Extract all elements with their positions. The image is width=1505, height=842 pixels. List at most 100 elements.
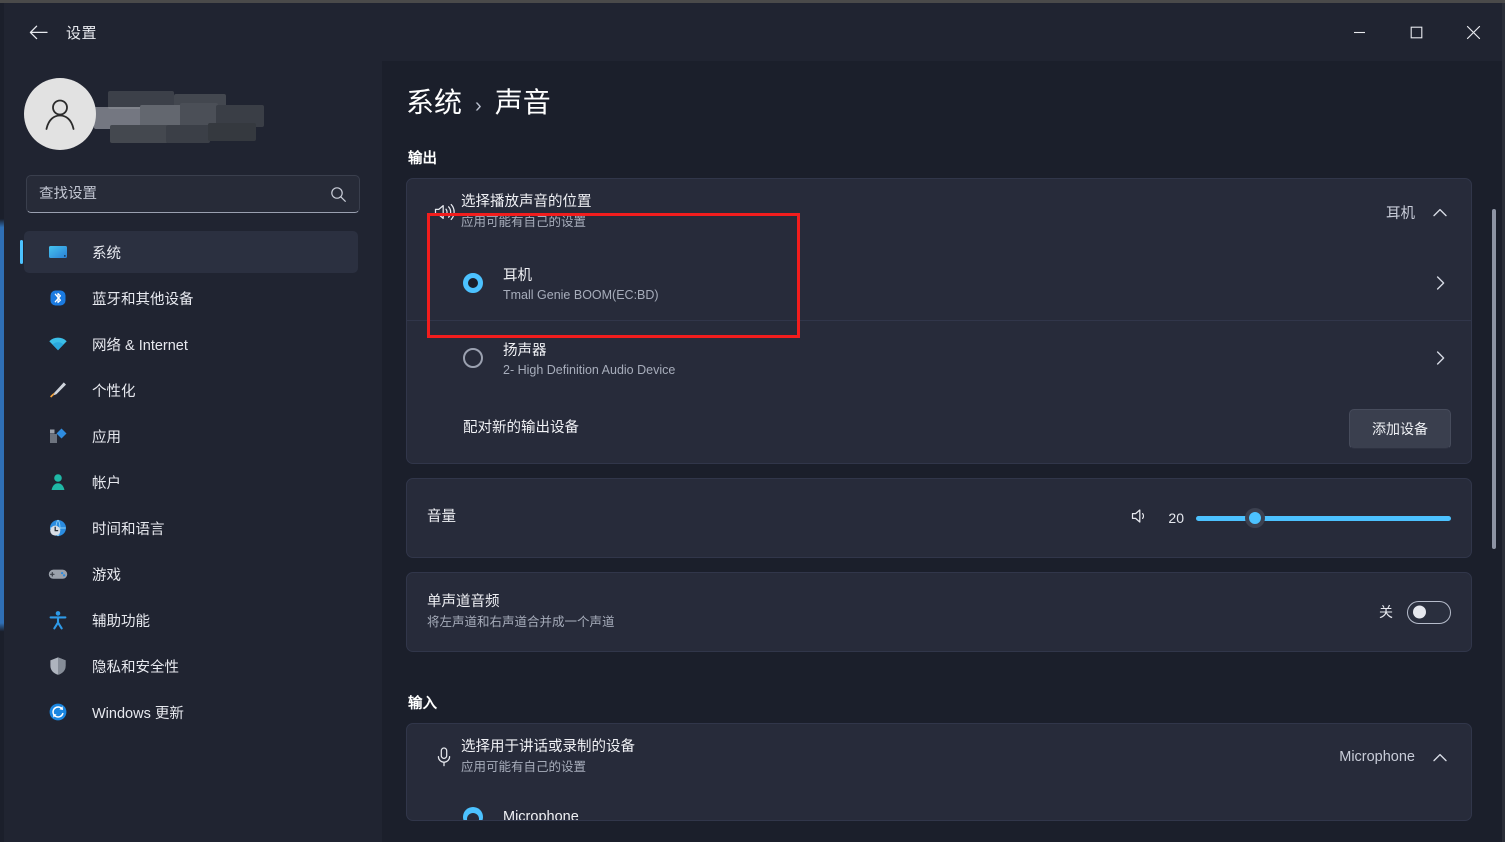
sidebar: 系统 蓝牙和其他设备 网络 & Intern	[4, 61, 382, 842]
mono-audio-card: 单声道音频 将左声道和右声道合并成一个声道 关	[406, 572, 1472, 652]
sidebar-item-label: 隐私和安全性	[92, 659, 179, 676]
minimize-button[interactable]	[1331, 3, 1388, 61]
mono-audio-toggle[interactable]	[1407, 600, 1451, 624]
back-arrow-icon	[29, 25, 48, 39]
pair-new-output-device-row: 配对新的输出设备 添加设备	[407, 395, 1471, 463]
minimize-icon	[1354, 31, 1365, 33]
radio-unselected-icon[interactable]	[463, 348, 483, 368]
close-button[interactable]	[1445, 3, 1502, 61]
chevron-up-icon[interactable]	[1429, 753, 1451, 762]
breadcrumb-separator: ›	[475, 95, 482, 117]
output-chooser-subtitle: 应用可能有自己的设置	[461, 215, 587, 230]
output-section-title: 输出	[408, 151, 437, 167]
page-title: 声音	[494, 87, 551, 118]
sidebar-item-label: 系统	[92, 245, 121, 262]
sidebar-item-label: 网络 & Internet	[92, 337, 188, 354]
sidebar-item-system[interactable]: 系统	[20, 231, 358, 273]
output-device-option-speakers[interactable]: 扬声器 2- High Definition Audio Device	[407, 320, 1471, 395]
maximize-icon	[1410, 26, 1423, 38]
windows-update-icon	[46, 700, 70, 724]
sidebar-item-privacy-security[interactable]: 隐私和安全性	[24, 645, 358, 687]
speaker-icon	[427, 202, 461, 222]
output-chooser-title: 选择播放声音的位置	[461, 193, 592, 210]
sidebar-item-windows-update[interactable]: Windows 更新	[24, 691, 358, 733]
volume-slider-thumb[interactable]	[1244, 508, 1265, 528]
sidebar-item-label: 辅助功能	[92, 613, 150, 630]
content-scrollbar[interactable]	[1492, 151, 1496, 841]
radio-selected-icon[interactable]	[463, 807, 483, 820]
sidebar-item-accessibility[interactable]: 辅助功能	[24, 599, 358, 641]
input-chooser-subtitle: 应用可能有自己的设置	[461, 760, 587, 775]
input-section-title: 输入	[408, 696, 437, 712]
gaming-icon	[46, 562, 70, 586]
sidebar-item-label: Windows 更新	[92, 705, 184, 722]
device-name: Microphone	[503, 809, 579, 820]
breadcrumb-parent[interactable]: 系统	[406, 81, 462, 121]
breadcrumb: 系统 › 声音	[406, 81, 1472, 121]
volume-slider[interactable]	[1196, 507, 1451, 529]
output-device-card: 选择播放声音的位置 应用可能有自己的设置 耳机 耳机 Tmall Genie B…	[406, 178, 1472, 464]
sidebar-item-label: 个性化	[92, 383, 136, 400]
radio-selected-icon[interactable]	[463, 272, 483, 293]
toggle-knob	[1413, 605, 1426, 619]
user-profile[interactable]	[4, 61, 382, 157]
sidebar-item-label: 帐户	[92, 475, 121, 492]
window-top-border	[0, 0, 1505, 3]
apps-icon	[46, 424, 70, 448]
volume-row: 音量 20	[407, 479, 1471, 557]
mono-audio-title: 单声道音频	[427, 593, 500, 610]
device-name: 耳机	[503, 267, 532, 284]
sidebar-item-bluetooth[interactable]: 蓝牙和其他设备	[24, 277, 358, 319]
input-device-chooser-row[interactable]: 选择用于讲话或录制的设备 应用可能有自己的设置 Microphone	[407, 724, 1471, 790]
back-button[interactable]	[18, 15, 58, 49]
mono-audio-control: 关	[1379, 600, 1451, 624]
sidebar-item-time-language[interactable]: 时间和语言	[24, 507, 358, 549]
chevron-right-icon[interactable]	[1429, 275, 1451, 290]
sidebar-item-network[interactable]: 网络 & Internet	[24, 323, 358, 365]
title-bar: 设置	[4, 3, 1502, 61]
add-device-button[interactable]: 添加设备	[1349, 409, 1451, 449]
mono-audio-state-label: 关	[1379, 604, 1393, 620]
output-device-chooser-row[interactable]: 选择播放声音的位置 应用可能有自己的设置 耳机	[407, 179, 1471, 245]
output-device-option-headphones[interactable]: 耳机 Tmall Genie BOOM(EC:BD)	[407, 245, 1471, 320]
volume-value: 20	[1168, 510, 1184, 526]
search-input[interactable]	[39, 186, 330, 202]
search-icon	[331, 186, 346, 202]
avatar	[24, 78, 96, 150]
system-icon	[46, 240, 70, 264]
sidebar-item-accounts[interactable]: 帐户	[24, 461, 358, 503]
bluetooth-icon	[46, 286, 70, 310]
person-icon	[45, 99, 75, 130]
main-content: 系统 › 声音 输出 选择播放声音的位置 应用可能有自己的设置 耳机 耳机 Tm…	[382, 61, 1502, 842]
chevron-up-icon[interactable]	[1429, 208, 1451, 217]
accessibility-icon	[46, 608, 70, 632]
volume-icon[interactable]	[1130, 507, 1150, 530]
search-box[interactable]	[26, 175, 360, 213]
sidebar-item-label: 应用	[92, 429, 121, 446]
volume-title: 音量	[427, 509, 456, 526]
chevron-right-icon[interactable]	[1429, 351, 1451, 365]
device-detail: Tmall Genie BOOM(EC:BD)	[503, 287, 659, 302]
username-redacted	[88, 85, 268, 143]
sidebar-item-gaming[interactable]: 游戏	[24, 553, 358, 595]
maximize-button[interactable]	[1388, 3, 1445, 61]
scrollbar-thumb[interactable]	[1492, 209, 1496, 549]
input-device-card: 选择用于讲话或录制的设备 应用可能有自己的设置 Microphone Micro…	[406, 723, 1472, 821]
settings-window: 设置 查找设置 系统 蓝牙和其他设备 网络 & Internet 个性化 应用 …	[0, 0, 1505, 842]
accounts-icon	[46, 470, 70, 494]
window-left-accent-border	[0, 0, 4, 842]
app-title: 设置	[66, 24, 98, 42]
sidebar-item-label: 游戏	[92, 567, 121, 584]
output-chooser-value: 耳机	[1386, 205, 1415, 222]
personalization-icon	[46, 378, 70, 402]
device-detail: 2- High Definition Audio Device	[503, 363, 676, 377]
sidebar-item-label: 蓝牙和其他设备	[92, 291, 194, 308]
sidebar-item-personalization[interactable]: 个性化	[24, 369, 358, 411]
input-chooser-value: Microphone	[1339, 749, 1415, 765]
time-language-icon	[46, 516, 70, 540]
sidebar-item-apps[interactable]: 应用	[24, 415, 358, 457]
privacy-security-icon	[46, 654, 70, 678]
input-device-option-microphone[interactable]: Microphone	[407, 790, 1471, 820]
microphone-icon	[427, 746, 461, 768]
volume-slider-track	[1196, 515, 1451, 521]
